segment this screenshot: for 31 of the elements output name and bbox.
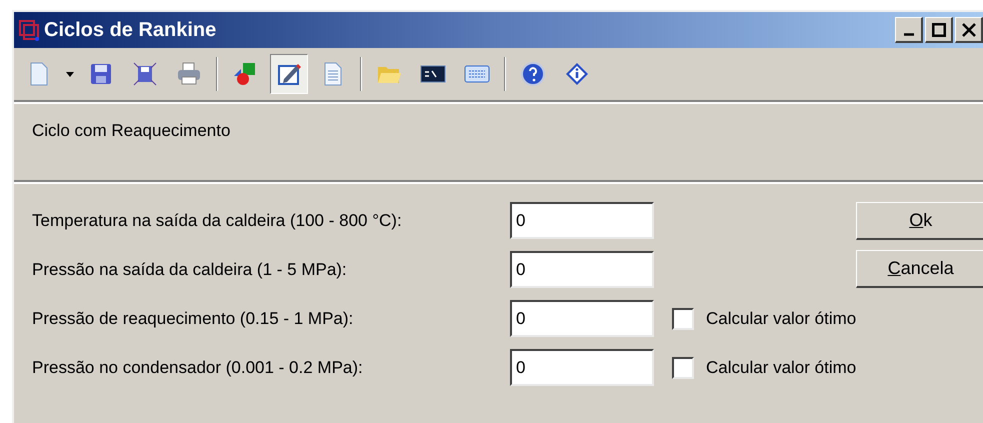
cycle-heading: Ciclo com Reaquecimento [32,121,230,140]
window-title: Ciclos de Rankine [44,18,216,43]
minimize-icon [904,33,914,36]
input-field[interactable]: 0 [510,202,654,239]
field-label: Pressão no condensador (0.001 - 0.2 MPa): [32,356,364,379]
dialog-button[interactable]: Cancela [856,250,983,288]
checkbox-label: Calcular valor ótimo [706,308,856,330]
field-label: Temperatura na saída da caldeira (100 - 800 °C): [32,210,403,232]
checkbox[interactable] [672,308,694,330]
help-icon [520,61,546,87]
maximize-icon [932,22,946,36]
input-field[interactable]: 0 [510,349,654,386]
fit-window-icon [132,61,158,87]
maximize-button[interactable] [925,17,953,43]
caret-icon [66,72,74,76]
dialog-button[interactable]: Ok [856,202,983,240]
input-field[interactable]: 0 [510,251,654,288]
close-icon [962,22,976,36]
close-button[interactable] [955,17,983,43]
shapes-icon [232,61,258,87]
field-label: Pressão na saída da caldeira (1 - 5 MPa): [32,258,348,281]
toolbar-button[interactable] [270,54,308,94]
minimize-button[interactable] [895,17,923,43]
app-logo-icon [18,19,40,41]
edit-form-icon [276,61,302,87]
info-icon [564,61,590,87]
checkbox-label: Calcular valor ótimo [706,356,856,379]
printer-icon [176,61,202,87]
input-field[interactable]: 0 [510,300,654,337]
field-label: Pressão de reaquecimento (0.15 - 1 MPa): [32,308,354,330]
checkbox[interactable] [672,356,694,378]
